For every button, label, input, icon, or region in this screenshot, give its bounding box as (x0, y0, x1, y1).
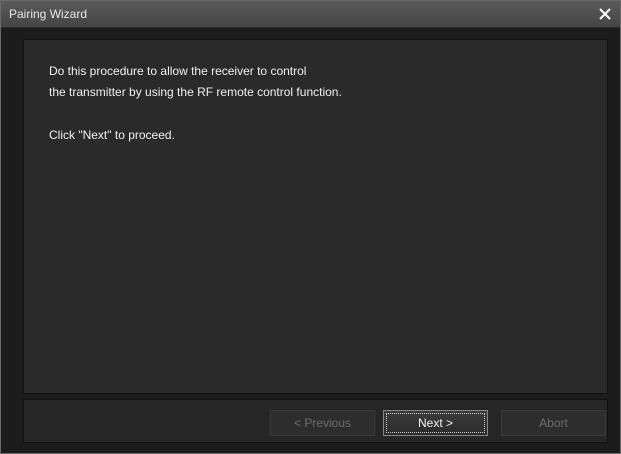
instruction-line-1: Do this procedure to allow the receiver … (49, 64, 307, 78)
pairing-wizard-dialog: Pairing Wizard Do this procedure to allo… (0, 0, 621, 454)
button-bar: < Previous Next > Abort (23, 399, 608, 443)
window-title: Pairing Wizard (9, 7, 88, 21)
title-bar[interactable]: Pairing Wizard (1, 1, 620, 28)
close-button[interactable] (594, 3, 616, 25)
content-panel: Do this procedure to allow the receiver … (23, 39, 608, 394)
abort-button[interactable]: Abort (501, 410, 606, 436)
close-icon (599, 8, 611, 20)
next-button[interactable]: Next > (383, 410, 488, 436)
previous-button[interactable]: < Previous (270, 410, 375, 436)
instruction-line-2: the transmitter by using the RF remote c… (49, 85, 342, 99)
proceed-instruction: Click "Next" to proceed. (49, 128, 175, 142)
